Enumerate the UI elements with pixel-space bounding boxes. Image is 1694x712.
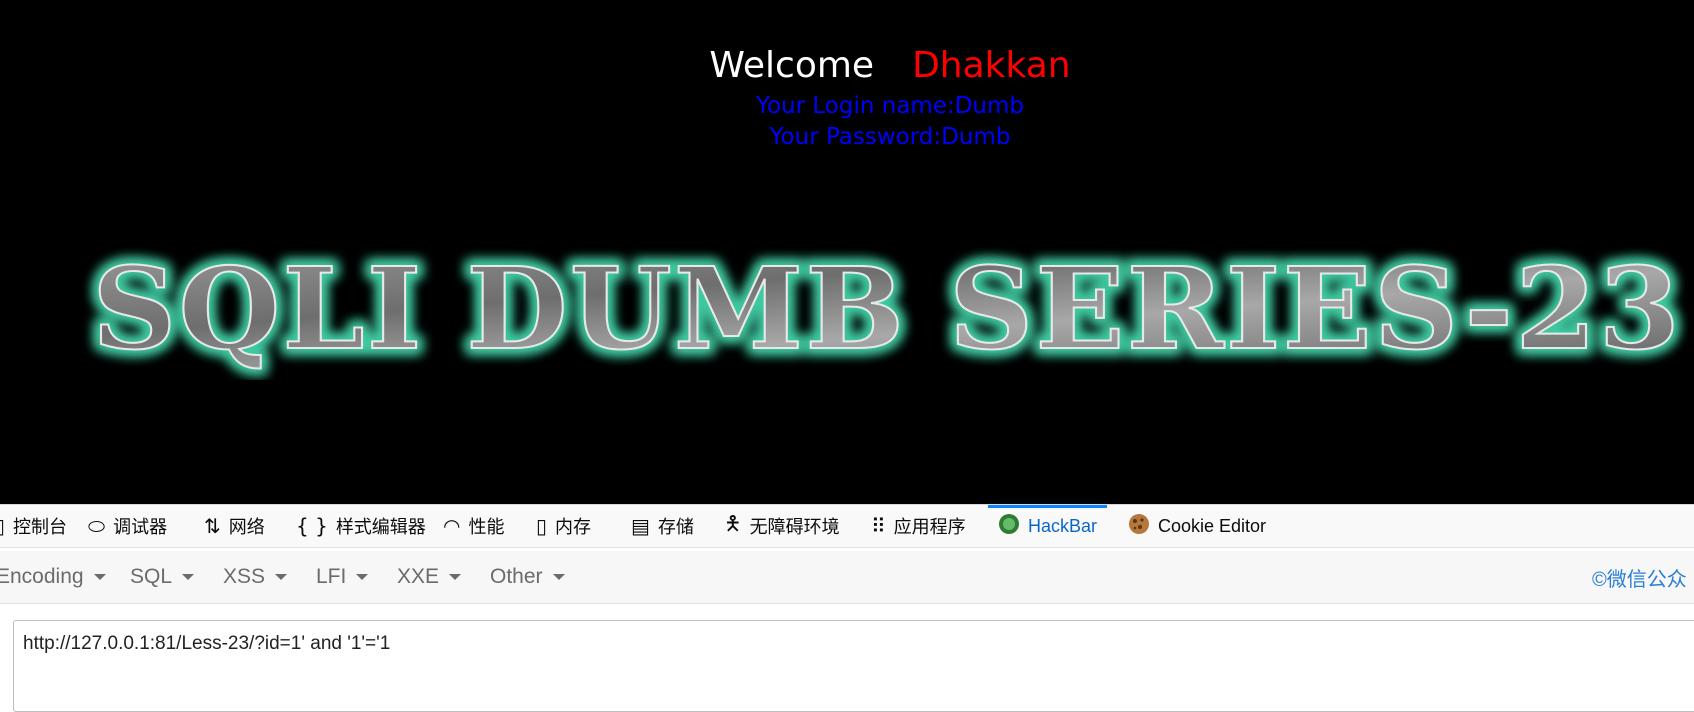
hackbar-icon xyxy=(998,513,1020,540)
tab-debugger[interactable]: ⬭ 调试器 xyxy=(88,505,167,547)
accessibility-icon: 🯅 xyxy=(724,511,742,535)
debugger-icon: ⬭ xyxy=(88,514,106,538)
url-value: http://127.0.0.1:81/Less-23/?id=1' and '… xyxy=(23,633,391,654)
menu-label: Other xyxy=(490,565,543,588)
menu-label: Encoding xyxy=(0,565,84,588)
menu-encoding[interactable]: Encoding xyxy=(0,551,106,603)
network-icon: ⇅ xyxy=(204,514,221,538)
banner-title-text: SQLI DUMB SERIES-23 xyxy=(92,244,1682,375)
login-name-text: Your Login name:Dumb xyxy=(755,93,1025,119)
url-textarea[interactable]: http://127.0.0.1:81/Less-23/?id=1' and '… xyxy=(13,620,1694,712)
menu-label: XSS xyxy=(223,565,266,588)
menu-lfi[interactable]: LFI xyxy=(316,551,369,603)
password-text: Your Password:Dumb xyxy=(769,124,1011,150)
menu-xss[interactable]: XSS xyxy=(223,551,288,603)
tab-label: HackBar xyxy=(1028,515,1098,536)
devtools-tab-bar: ▯ 控制台 ⬭ 调试器 ⇅ 网络 { } 样式编辑器 ◠ 性能 ▯ 内存 ▤ 存储 🯅 无障碍环… xyxy=(0,504,1694,548)
tab-label: 网络 xyxy=(228,517,265,537)
tab-label: 调试器 xyxy=(113,517,168,537)
chevron-down-icon xyxy=(449,574,462,580)
tab-label: 应用程序 xyxy=(893,517,966,537)
tab-storage[interactable]: ▤ 存储 xyxy=(631,505,694,547)
banner-title-image: SQLI DUMB SERIES-23 SQLI DUMB SERIES-23 xyxy=(87,239,1685,380)
page-content: Welcome Dhakkan Your Login name:Dumb Your… xyxy=(0,0,1694,504)
menu-label: SQL xyxy=(130,565,173,588)
tab-label: 内存 xyxy=(555,517,592,537)
tab-memory[interactable]: ▯ 内存 xyxy=(536,505,591,547)
menu-sql[interactable]: SQL xyxy=(130,551,195,603)
chevron-down-icon xyxy=(356,574,369,580)
user-name-text: Dhakkan xyxy=(912,45,1071,86)
tab-label: 存储 xyxy=(657,517,694,537)
console-icon: ▯ xyxy=(0,514,5,538)
menu-label: LFI xyxy=(316,565,347,588)
menu-xxe[interactable]: XXE xyxy=(397,551,462,603)
chevron-down-icon xyxy=(275,574,288,580)
tab-label: 控制台 xyxy=(13,517,68,537)
tab-hackbar[interactable]: HackBar xyxy=(988,505,1108,547)
watermark-text: ©微信公众 xyxy=(1592,568,1687,591)
memory-icon: ▯ xyxy=(536,514,548,538)
chevron-down-icon xyxy=(552,574,565,580)
chevron-down-icon xyxy=(93,574,106,580)
tab-application[interactable]: ⠿ 应用程序 xyxy=(871,505,966,547)
tab-performance[interactable]: ◠ 性能 xyxy=(443,505,504,547)
menu-other[interactable]: Other xyxy=(490,551,565,603)
tab-label: 性能 xyxy=(468,517,505,537)
tab-accessibility[interactable]: 🯅 无障碍环境 xyxy=(724,505,840,547)
application-icon: ⠿ xyxy=(871,514,886,538)
cookie-icon xyxy=(1128,513,1150,540)
devtools-panel: ▯ 控制台 ⬭ 调试器 ⇅ 网络 { } 样式编辑器 ◠ 性能 ▯ 内存 ▤ 存储 🯅 无障碍环… xyxy=(0,504,1694,712)
style-editor-icon: { } xyxy=(296,514,328,538)
hackbar-toolbar: Encoding SQL XSS LFI XXE Other ©微信公众 xyxy=(0,551,1694,604)
chevron-down-icon xyxy=(182,574,195,580)
tab-console[interactable]: ▯ 控制台 xyxy=(0,505,67,547)
tab-label: 样式编辑器 xyxy=(335,517,426,537)
performance-icon: ◠ xyxy=(443,514,461,538)
tab-label: 无障碍环境 xyxy=(749,517,840,537)
welcome-text: Welcome xyxy=(709,45,875,86)
welcome-line: Welcome Dhakkan xyxy=(0,44,1694,88)
tab-style-editor[interactable]: { } 样式编辑器 xyxy=(296,505,426,547)
tab-network[interactable]: ⇅ 网络 xyxy=(204,505,265,547)
tab-label: Cookie Editor xyxy=(1158,515,1267,536)
storage-icon: ▤ xyxy=(631,514,650,538)
tab-cookie-editor[interactable]: Cookie Editor xyxy=(1128,505,1266,547)
menu-label: XXE xyxy=(397,565,440,588)
